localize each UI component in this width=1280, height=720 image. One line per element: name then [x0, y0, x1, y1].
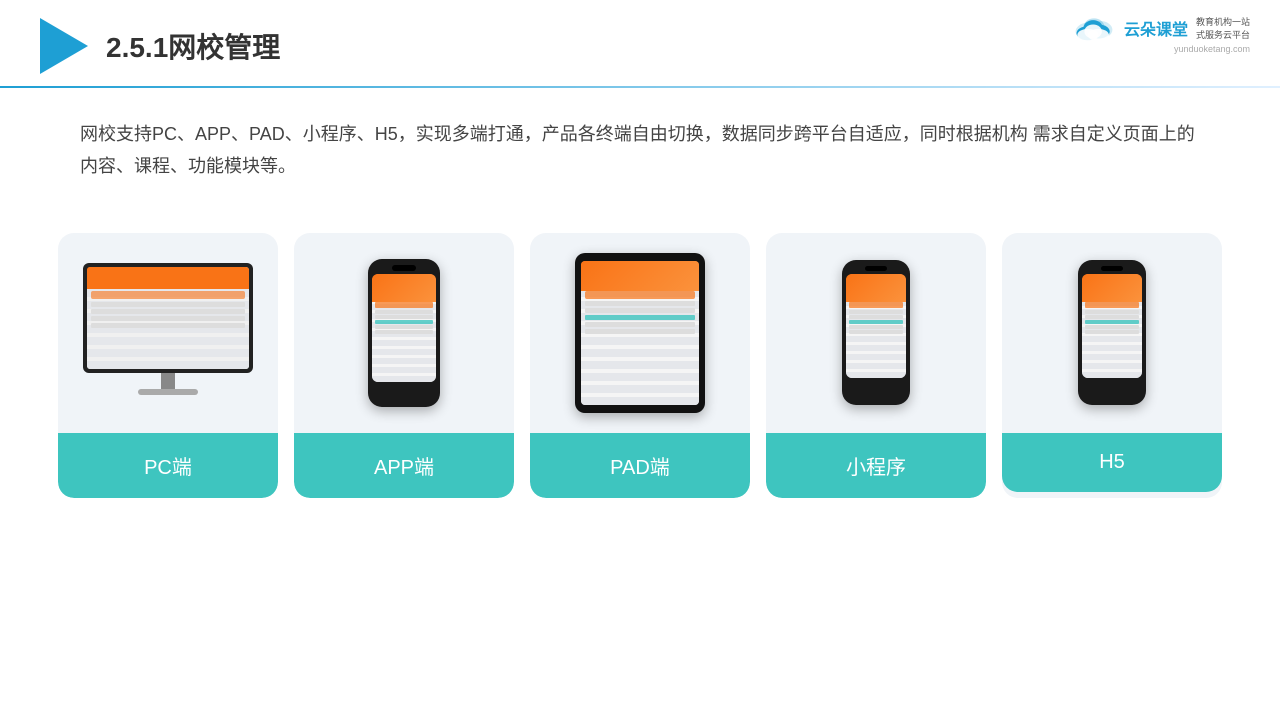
brand-url: yunduoketang.com	[1174, 44, 1250, 54]
pc-monitor-icon	[83, 263, 253, 403]
header: 2.5.1网校管理 云朵课堂 教育机构一站 式服务云平台 yunduoketan…	[0, 0, 1280, 74]
pad-tablet-icon	[575, 253, 705, 413]
card-miniapp: 小程序	[766, 233, 986, 498]
miniapp-phone-icon	[842, 260, 910, 405]
app-label: APP端	[294, 433, 514, 498]
cloud-logo-icon	[1072, 14, 1116, 42]
card-h5: H5	[1002, 233, 1222, 498]
miniapp-image-area	[766, 233, 986, 433]
pad-image-area	[530, 233, 750, 433]
pc-image-area	[58, 233, 278, 433]
card-pc: PC端	[58, 233, 278, 498]
brand-tagline: 教育机构一站 式服务云平台	[1196, 16, 1250, 41]
card-pad: PAD端	[530, 233, 750, 498]
app-image-area	[294, 233, 514, 433]
device-cards-section: PC端 APP端	[0, 213, 1280, 518]
app-phone-icon	[368, 259, 440, 407]
brand-area: 云朵课堂 教育机构一站 式服务云平台 yunduoketang.com	[1072, 14, 1250, 54]
h5-label: H5	[1002, 433, 1222, 492]
pad-label: PAD端	[530, 433, 750, 498]
logo-icon	[40, 18, 88, 74]
brand-name: 云朵课堂	[1124, 16, 1188, 40]
miniapp-label: 小程序	[766, 433, 986, 498]
page-description: 网校支持PC、APP、PAD、小程序、H5，实现多端打通，产品各终端自由切换，数…	[0, 88, 1280, 203]
card-app: APP端	[294, 233, 514, 498]
page-title: 2.5.1网校管理	[106, 26, 280, 66]
h5-image-area	[1002, 233, 1222, 433]
pc-label: PC端	[58, 433, 278, 498]
h5-phone-icon	[1078, 260, 1146, 405]
